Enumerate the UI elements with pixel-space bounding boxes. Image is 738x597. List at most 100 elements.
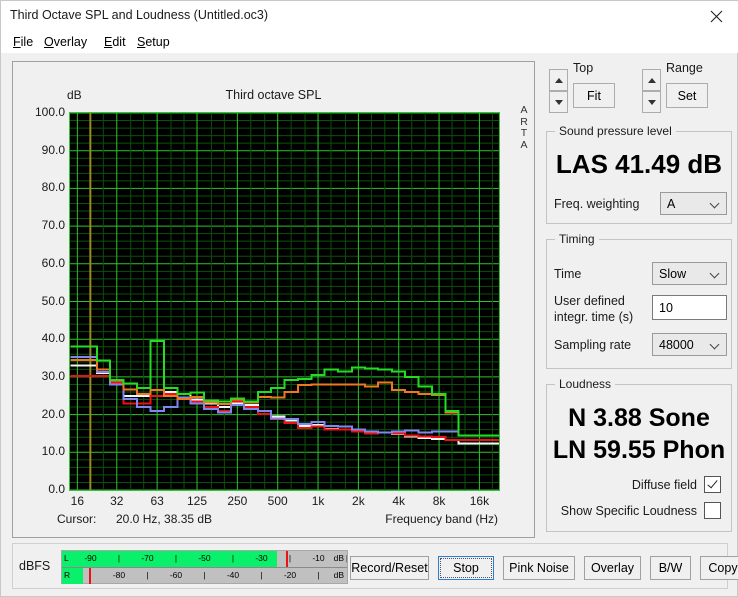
freq-weighting-value: A: [667, 196, 676, 211]
arrow-down-icon[interactable]: [549, 91, 568, 113]
y-axis-tick: 10.0: [41, 444, 65, 459]
meter-tick: -10: [312, 553, 325, 563]
meter-tick: -30: [255, 553, 268, 563]
diffuse-field-row[interactable]: Diffuse field: [537, 476, 721, 493]
integration-time-label-line2: integr. time (s): [554, 310, 634, 324]
x-axis-tick: 500: [267, 494, 288, 508]
x-axis-tick: 8k: [432, 494, 446, 508]
spl-trace-orange: [70, 358, 499, 437]
meter-row-r: R -80 | -60 | -40 | -20 | dB: [62, 568, 347, 584]
arrow-up-icon[interactable]: [549, 69, 568, 91]
integration-time-value: 10: [659, 300, 673, 315]
meter-tick-mark: |: [260, 570, 263, 580]
sampling-rate-value: 48000: [659, 337, 694, 352]
time-select[interactable]: Slow: [652, 262, 727, 285]
menu-item-setup[interactable]: Setup: [133, 34, 174, 50]
top-fit-button[interactable]: Fit: [573, 83, 615, 108]
button-label: Pink Noise: [509, 561, 569, 575]
integration-time-input[interactable]: 10: [652, 295, 727, 320]
meter-tick-mark: |: [288, 553, 292, 563]
meter-tick: -80: [112, 570, 126, 580]
title-bar: Third Octave SPL and Loudness (Untitled.…: [1, 1, 738, 31]
record-reset-button[interactable]: Record/Reset: [350, 556, 429, 580]
arrow-down-icon[interactable]: [642, 91, 661, 113]
meter-tick: -40: [226, 570, 240, 580]
button-label: B/W: [658, 561, 683, 575]
arta-watermark: ARTA: [520, 104, 528, 151]
top-spinner[interactable]: [549, 69, 568, 113]
sampling-rate-label: Sampling rate: [554, 338, 632, 352]
timing-group: Timing Time Slow User defined integr. ti…: [546, 232, 732, 369]
top-control-group: Top Fit: [549, 61, 619, 113]
meter-tick: -20: [283, 570, 297, 580]
bottom-toolbar: dBFS L-90|-70|-50|-30|-10|dBR-80|-60|-40…: [12, 543, 738, 589]
cursor-value: 20.0 Hz, 38.35 dB: [116, 512, 213, 526]
sampling-rate-select[interactable]: 48000: [652, 333, 727, 356]
x-axis-tick: 63: [150, 494, 164, 508]
freq-weighting-select[interactable]: A: [660, 192, 727, 215]
y-axis-tick: 70.0: [41, 218, 65, 233]
y-axis-tick: 50.0: [41, 293, 65, 308]
show-specific-loudness-label: Show Specific Loudness: [560, 503, 697, 518]
y-axis-tick: 40.0: [41, 331, 65, 346]
menu-item-file[interactable]: File: [9, 34, 37, 50]
meter-tick-mark: |: [146, 570, 149, 580]
integration-time-label-line1: User defined: [554, 294, 625, 308]
sound-pressure-level-group: Sound pressure level LAS 41.49 dB Freq. …: [546, 124, 732, 224]
y-axis-tick: 60.0: [41, 255, 65, 270]
x-axis-labels: 16 32 63 125 250 500 1k 2k 4k 8k 16k: [13, 494, 534, 510]
show-specific-loudness-row[interactable]: Show Specific Loudness: [537, 502, 721, 519]
focus-outline: [440, 558, 492, 578]
x-axis-tick: 2k: [352, 494, 365, 508]
show-specific-loudness-checkbox[interactable]: [704, 502, 721, 519]
x-axis-tick: 16: [70, 494, 85, 508]
meter-tick-mark: |: [346, 553, 347, 563]
top-label: Top: [573, 61, 594, 75]
spl-plot[interactable]: [69, 112, 500, 491]
loudness-legend: Loudness: [555, 377, 616, 391]
sound-pressure-level-legend: Sound pressure level: [555, 124, 676, 138]
copy-button[interactable]: Copy: [700, 556, 738, 580]
range-control-group: Range Set: [642, 61, 722, 113]
close-icon[interactable]: [693, 1, 738, 31]
range-spinner[interactable]: [642, 69, 661, 113]
meter-tick-mark: |: [231, 553, 235, 563]
x-axis-tick: 16k: [469, 494, 490, 508]
dbfs-level-meter: L-90|-70|-50|-30|-10|dBR-80|-60|-40|-20|…: [61, 550, 348, 584]
meter-tick: -70: [141, 553, 154, 563]
meter-peak-marker: [89, 568, 92, 584]
meter-unit-label: dB: [333, 570, 344, 580]
menu-item-edit[interactable]: Edit: [100, 34, 130, 50]
arrow-up-icon[interactable]: [642, 69, 661, 91]
stop-button[interactable]: Stop: [438, 556, 494, 580]
meter-tick-mark: |: [203, 570, 206, 580]
y-axis-tick: 100.0: [34, 105, 65, 119]
meter-row-l: L-90|-70|-50|-30|-10|dB: [62, 551, 347, 567]
dbfs-label: dBFS: [19, 559, 51, 573]
x-axis-tick: 32: [110, 494, 124, 508]
meter-unit-label: dB: [333, 553, 344, 563]
range-set-button[interactable]: Set: [666, 83, 708, 108]
time-value: Slow: [659, 266, 687, 281]
b-w-button[interactable]: B/W: [650, 556, 691, 580]
meter-channel-label: R: [64, 570, 71, 580]
loudness-phon-value: LN 59.55 Phon: [552, 436, 726, 464]
button-label: Overlay: [590, 561, 635, 575]
diffuse-field-checkbox[interactable]: [704, 476, 721, 493]
x-axis-tick: 4k: [392, 494, 406, 508]
chevron-down-icon: [704, 340, 726, 349]
meter-peak-marker: [285, 551, 288, 567]
y-axis-tick: 90.0: [41, 142, 65, 157]
overlay-button[interactable]: Overlay: [584, 556, 641, 580]
x-axis-tick: 125: [186, 494, 208, 508]
diffuse-field-label: Diffuse field: [631, 477, 697, 492]
chart-title: Third octave SPL: [225, 88, 322, 102]
y-axis-tick: 20.0: [41, 406, 65, 421]
loudness-group: Loudness N 3.88 Sone LN 59.55 Phon Diffu…: [546, 377, 732, 532]
x-axis-title: Frequency band (Hz): [385, 512, 498, 526]
pink-noise-button[interactable]: Pink Noise: [503, 556, 575, 580]
range-label: Range: [666, 61, 703, 75]
menu-item-overlay[interactable]: Overlay: [40, 34, 91, 50]
menu-bar: File Overlay Edit Setup: [1, 31, 738, 53]
time-label: Time: [554, 267, 582, 281]
